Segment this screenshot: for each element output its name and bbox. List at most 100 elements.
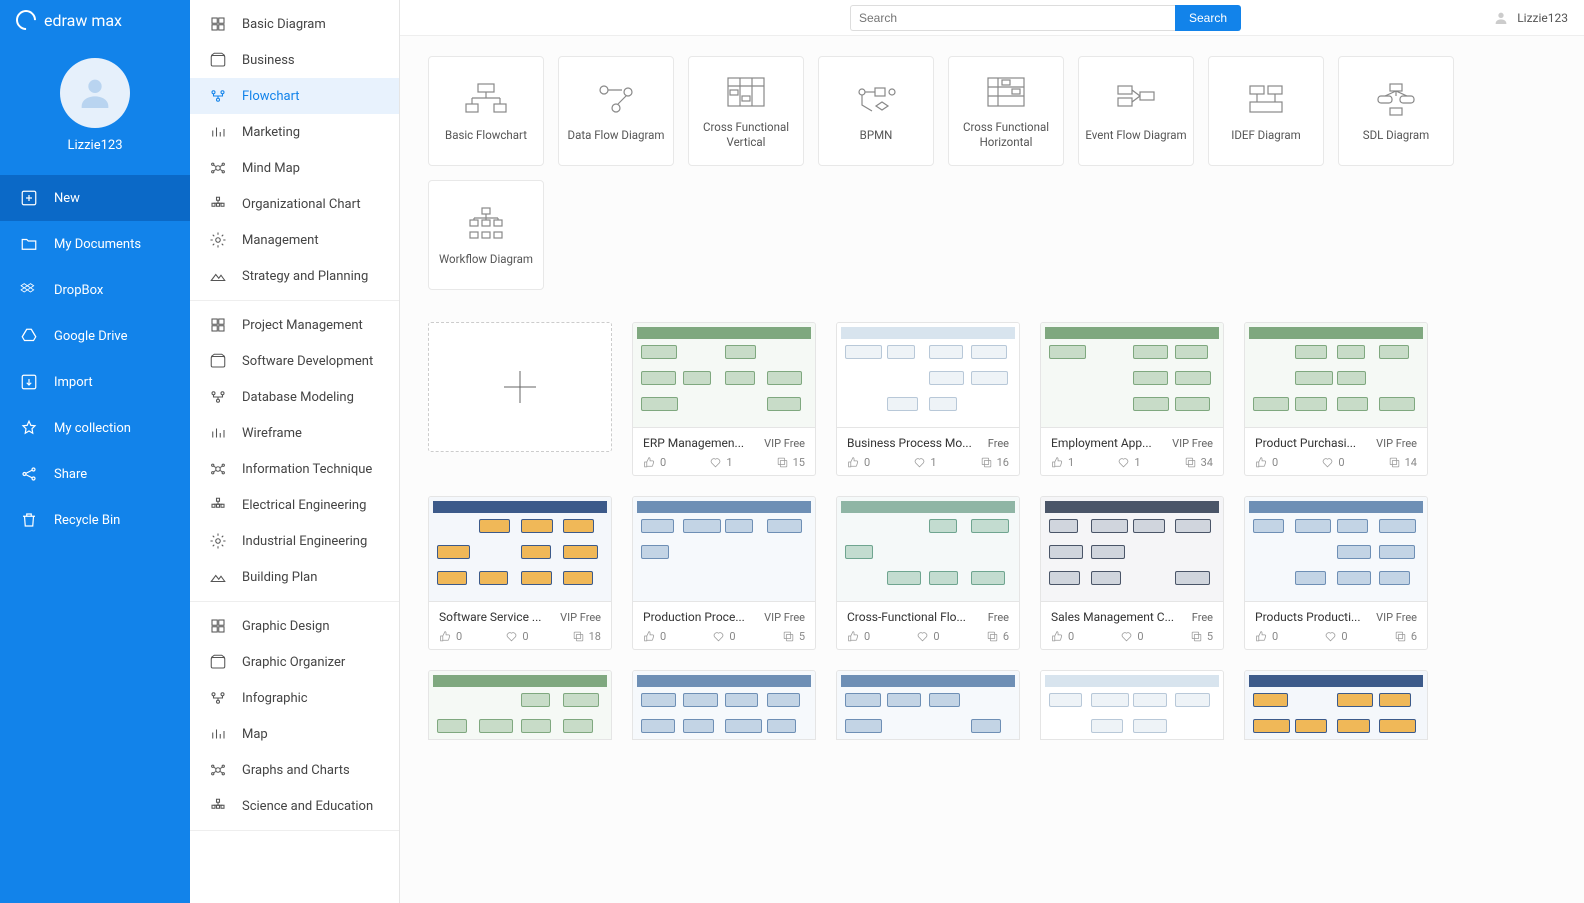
template-card[interactable]: Software Service ... VIP Free 0 0 18 <box>428 496 612 650</box>
template-card[interactable]: Cross-Functional Flo... Free 0 0 6 <box>836 496 1020 650</box>
category-project-management[interactable]: Project Management <box>190 307 399 343</box>
favs-stat[interactable]: 0 <box>1321 456 1344 469</box>
category-graphic-organizer[interactable]: Graphic Organizer <box>190 644 399 680</box>
new-template-card[interactable] <box>428 322 612 452</box>
category-management[interactable]: Management <box>190 222 399 258</box>
sidebar-item-my-collection[interactable]: My collection <box>0 405 190 451</box>
template-card[interactable] <box>1244 670 1428 740</box>
template-card[interactable] <box>632 670 816 740</box>
search-button[interactable]: Search <box>1175 5 1241 31</box>
favs-stat[interactable]: 0 <box>712 630 735 643</box>
category-strategy-and-planning[interactable]: Strategy and Planning <box>190 258 399 294</box>
category-building-plan[interactable]: Building Plan <box>190 559 399 595</box>
likes-stat[interactable]: 1 <box>1051 456 1074 469</box>
nav-label: Share <box>54 467 87 482</box>
category-marketing[interactable]: Marketing <box>190 114 399 150</box>
type-thumb-icon <box>722 72 770 112</box>
category-electrical-engineering[interactable]: Electrical Engineering <box>190 487 399 523</box>
template-card[interactable]: Production Proce... VIP Free 0 0 5 <box>632 496 816 650</box>
template-card[interactable]: Employment App... VIP Free 1 1 34 <box>1040 322 1224 476</box>
sidebar-item-dropbox[interactable]: DropBox <box>0 267 190 313</box>
template-card[interactable]: ERP Managemen... VIP Free 0 1 15 <box>632 322 816 476</box>
template-card[interactable] <box>428 670 612 740</box>
category-business[interactable]: Business <box>190 42 399 78</box>
category-icon <box>208 387 228 407</box>
category-label: Software Development <box>242 354 373 369</box>
favs-stat[interactable]: 0 <box>1120 630 1143 643</box>
category-flowchart[interactable]: Flowchart <box>190 78 399 114</box>
sidebar-item-google-drive[interactable]: Google Drive <box>0 313 190 359</box>
category-graphs-and-charts[interactable]: Graphs and Charts <box>190 752 399 788</box>
category-science-and-education[interactable]: Science and Education <box>190 788 399 824</box>
likes-stat[interactable]: 0 <box>643 630 666 643</box>
type-thumb-icon <box>1242 80 1290 120</box>
template-title: ERP Managemen... <box>643 436 758 450</box>
template-card[interactable] <box>1040 670 1224 740</box>
category-graphic-design[interactable]: Graphic Design <box>190 608 399 644</box>
template-badge: VIP Free <box>764 437 805 450</box>
type-card-sdl-diagram[interactable]: SDL Diagram <box>1338 56 1454 166</box>
likes-stat[interactable]: 0 <box>847 630 870 643</box>
template-thumbnail <box>632 670 816 740</box>
template-card[interactable] <box>836 670 1020 740</box>
category-wireframe[interactable]: Wireframe <box>190 415 399 451</box>
category-infographic[interactable]: Infographic <box>190 680 399 716</box>
likes-stat[interactable]: 0 <box>643 456 666 469</box>
type-card-cross-functional-vertical[interactable]: Cross Functional Vertical <box>688 56 804 166</box>
dropbox-icon <box>20 281 38 299</box>
category-icon <box>208 230 228 250</box>
type-card-cross-functional-horizontal[interactable]: Cross Functional Horizontal <box>948 56 1064 166</box>
copies-stat[interactable]: 6 <box>986 630 1009 643</box>
favs-stat[interactable]: 0 <box>505 630 528 643</box>
category-information-technique[interactable]: Information Technique <box>190 451 399 487</box>
template-badge: VIP Free <box>764 611 805 624</box>
category-database-modeling[interactable]: Database Modeling <box>190 379 399 415</box>
category-organizational-chart[interactable]: Organizational Chart <box>190 186 399 222</box>
type-card-event-flow-diagram[interactable]: Event Flow Diagram <box>1078 56 1194 166</box>
likes-stat[interactable]: 0 <box>439 630 462 643</box>
type-card-bpmn[interactable]: BPMN <box>818 56 934 166</box>
category-label: Infographic <box>242 691 308 706</box>
sidebar-item-share[interactable]: Share <box>0 451 190 497</box>
category-map[interactable]: Map <box>190 716 399 752</box>
user-corner[interactable]: Lizzie123 <box>1493 10 1568 26</box>
category-mind-map[interactable]: Mind Map <box>190 150 399 186</box>
copies-stat[interactable]: 34 <box>1184 456 1213 469</box>
sidebar-item-my-documents[interactable]: My Documents <box>0 221 190 267</box>
avatar[interactable] <box>60 58 130 128</box>
copies-stat[interactable]: 16 <box>980 456 1009 469</box>
category-industrial-engineering[interactable]: Industrial Engineering <box>190 523 399 559</box>
type-card-idef-diagram[interactable]: IDEF Diagram <box>1208 56 1324 166</box>
likes-stat[interactable]: 0 <box>1255 630 1278 643</box>
copies-stat[interactable]: 14 <box>1388 456 1417 469</box>
copies-stat[interactable]: 6 <box>1394 630 1417 643</box>
category-icon <box>208 652 228 672</box>
favs-stat[interactable]: 0 <box>1324 630 1347 643</box>
favs-stat[interactable]: 1 <box>1117 456 1140 469</box>
copies-stat[interactable]: 18 <box>572 630 601 643</box>
category-basic-diagram[interactable]: Basic Diagram <box>190 6 399 42</box>
sidebar-item-import[interactable]: Import <box>0 359 190 405</box>
template-title: Products Producti... <box>1255 610 1370 624</box>
favs-stat[interactable]: 1 <box>709 456 732 469</box>
favs-stat[interactable]: 0 <box>916 630 939 643</box>
copies-stat[interactable]: 5 <box>1190 630 1213 643</box>
template-card[interactable]: Sales Management C... Free 0 0 5 <box>1040 496 1224 650</box>
copies-stat[interactable]: 5 <box>782 630 805 643</box>
copies-stat[interactable]: 15 <box>776 456 805 469</box>
likes-stat[interactable]: 0 <box>1051 630 1074 643</box>
category-label: Business <box>242 53 295 68</box>
type-card-workflow-diagram[interactable]: Workflow Diagram <box>428 180 544 290</box>
likes-stat[interactable]: 0 <box>847 456 870 469</box>
template-card[interactable]: Products Producti... VIP Free 0 0 6 <box>1244 496 1428 650</box>
sidebar-item-new[interactable]: New <box>0 175 190 221</box>
type-card-data-flow-diagram[interactable]: Data Flow Diagram <box>558 56 674 166</box>
sidebar-item-recycle-bin[interactable]: Recycle Bin <box>0 497 190 543</box>
type-card-basic-flowchart[interactable]: Basic Flowchart <box>428 56 544 166</box>
search-input[interactable] <box>850 5 1175 31</box>
likes-stat[interactable]: 0 <box>1255 456 1278 469</box>
favs-stat[interactable]: 1 <box>913 456 936 469</box>
category-software-development[interactable]: Software Development <box>190 343 399 379</box>
template-card[interactable]: Business Process Mo... Free 0 1 16 <box>836 322 1020 476</box>
template-card[interactable]: Product Purchasi... VIP Free 0 0 14 <box>1244 322 1428 476</box>
